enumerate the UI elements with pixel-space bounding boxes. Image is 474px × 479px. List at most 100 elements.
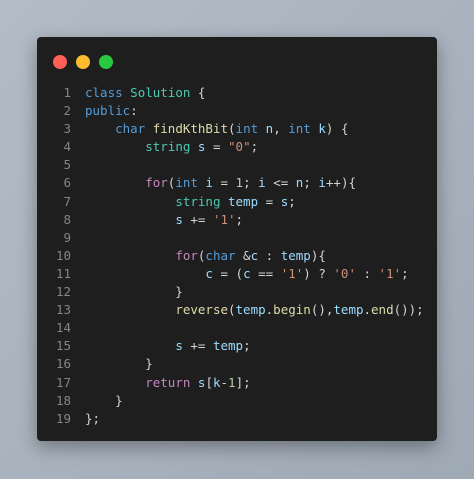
code-token: temp bbox=[228, 193, 259, 209]
code-token: int bbox=[235, 121, 259, 137]
code-token: { bbox=[190, 85, 206, 100]
code-token: , bbox=[273, 121, 289, 137]
code-token: ; bbox=[243, 175, 259, 191]
code-token: '0' bbox=[333, 265, 356, 281]
line-code: } bbox=[71, 283, 183, 301]
code-token: - bbox=[220, 374, 229, 390]
line-code: s += '1'; bbox=[71, 211, 243, 229]
line-number: 7 bbox=[63, 193, 71, 209]
code-token: class bbox=[85, 85, 123, 100]
code-line: 2 public: bbox=[37, 102, 437, 120]
close-dot-icon[interactable] bbox=[53, 55, 67, 69]
code-token: : bbox=[258, 247, 281, 263]
line-number: 10 bbox=[55, 247, 71, 263]
code-token: s bbox=[175, 338, 183, 354]
code-line: 1 class Solution { bbox=[37, 84, 437, 102]
code-token: = ( bbox=[212, 265, 244, 281]
line-code: }; bbox=[71, 410, 100, 428]
line-code: public: bbox=[71, 102, 138, 120]
code-token: ()); bbox=[393, 302, 424, 318]
code-token: '1' bbox=[212, 211, 236, 227]
code-token: c bbox=[250, 247, 259, 263]
line-code: c = (c == '1') ? '0' : '1'; bbox=[71, 265, 409, 283]
code-token: int bbox=[288, 121, 311, 137]
code-token: for bbox=[145, 175, 168, 191]
line-number: 16 bbox=[55, 356, 71, 372]
code-token: : bbox=[355, 265, 379, 281]
line-code: class Solution { bbox=[71, 84, 205, 102]
window-controls bbox=[53, 55, 113, 69]
line-number: 4 bbox=[63, 139, 71, 155]
code-token: ){ bbox=[310, 247, 326, 263]
code-token: 1 bbox=[235, 175, 244, 191]
line-number: 14 bbox=[55, 320, 71, 336]
line-code: reverse(temp.begin(),temp.end()); bbox=[71, 301, 424, 319]
code-line: 13 reverse(temp.begin(),temp.end()); bbox=[37, 301, 437, 319]
code-token: '1' bbox=[280, 265, 304, 281]
code-token: ++){ bbox=[325, 175, 357, 191]
maximize-dot-icon[interactable] bbox=[99, 55, 113, 69]
code-token: char bbox=[205, 247, 236, 263]
code-token: temp bbox=[235, 302, 266, 318]
code-token: += bbox=[182, 338, 213, 354]
line-code: char findKthBit(int n, int k) { bbox=[71, 120, 348, 138]
code-line: 12 } bbox=[37, 283, 437, 301]
line-code: return s[k-1]; bbox=[71, 374, 251, 392]
code-token: begin bbox=[273, 302, 311, 318]
code-token: char bbox=[115, 121, 146, 137]
code-token: ) ? bbox=[303, 265, 334, 281]
line-number: 11 bbox=[55, 265, 71, 281]
line-code: string s = "0"; bbox=[71, 138, 258, 156]
code-token: ]; bbox=[235, 374, 251, 390]
code-line: 8 s += '1'; bbox=[37, 211, 437, 229]
line-code: s += temp; bbox=[71, 337, 250, 355]
code-token: i bbox=[205, 175, 213, 191]
code-token: s bbox=[175, 211, 183, 227]
code-token: i bbox=[258, 175, 266, 191]
line-code: } bbox=[71, 392, 123, 410]
code-token: temp bbox=[212, 338, 244, 354]
code-line: 17 return s[k-1]; bbox=[37, 374, 437, 392]
code-token: = bbox=[258, 193, 281, 209]
code-token: <= bbox=[265, 175, 296, 191]
line-number: 18 bbox=[55, 392, 71, 408]
code-token: k bbox=[212, 374, 221, 390]
code-token: i bbox=[318, 175, 326, 191]
code-line: 10 for(char &c : temp){ bbox=[37, 247, 437, 265]
code-line: 9 bbox=[37, 229, 437, 247]
code-token: (), bbox=[310, 302, 334, 318]
code-token: k bbox=[318, 121, 326, 137]
code-token: = bbox=[205, 139, 229, 155]
line-number: 5 bbox=[63, 157, 71, 173]
code-token: '1' bbox=[378, 265, 402, 281]
code-token: = bbox=[212, 175, 236, 191]
code-token: public bbox=[85, 103, 131, 119]
code-block: 1 class Solution {2 public: 3 char findKthB… bbox=[37, 84, 437, 428]
code-token: int bbox=[175, 175, 198, 191]
code-token: return bbox=[145, 374, 191, 390]
code-token: 1 bbox=[228, 374, 236, 390]
minimize-dot-icon[interactable] bbox=[76, 55, 90, 69]
code-token: += bbox=[182, 211, 213, 227]
code-token: } bbox=[85, 356, 153, 372]
code-token: }; bbox=[85, 410, 101, 426]
line-number: 12 bbox=[55, 284, 71, 300]
line-number: 6 bbox=[63, 175, 71, 191]
code-token: ; bbox=[401, 265, 409, 281]
line-number: 19 bbox=[55, 410, 71, 426]
code-window: 1 class Solution {2 public: 3 char findKthB… bbox=[37, 37, 437, 441]
code-token: for bbox=[175, 247, 198, 263]
code-line: 5 bbox=[37, 156, 437, 174]
